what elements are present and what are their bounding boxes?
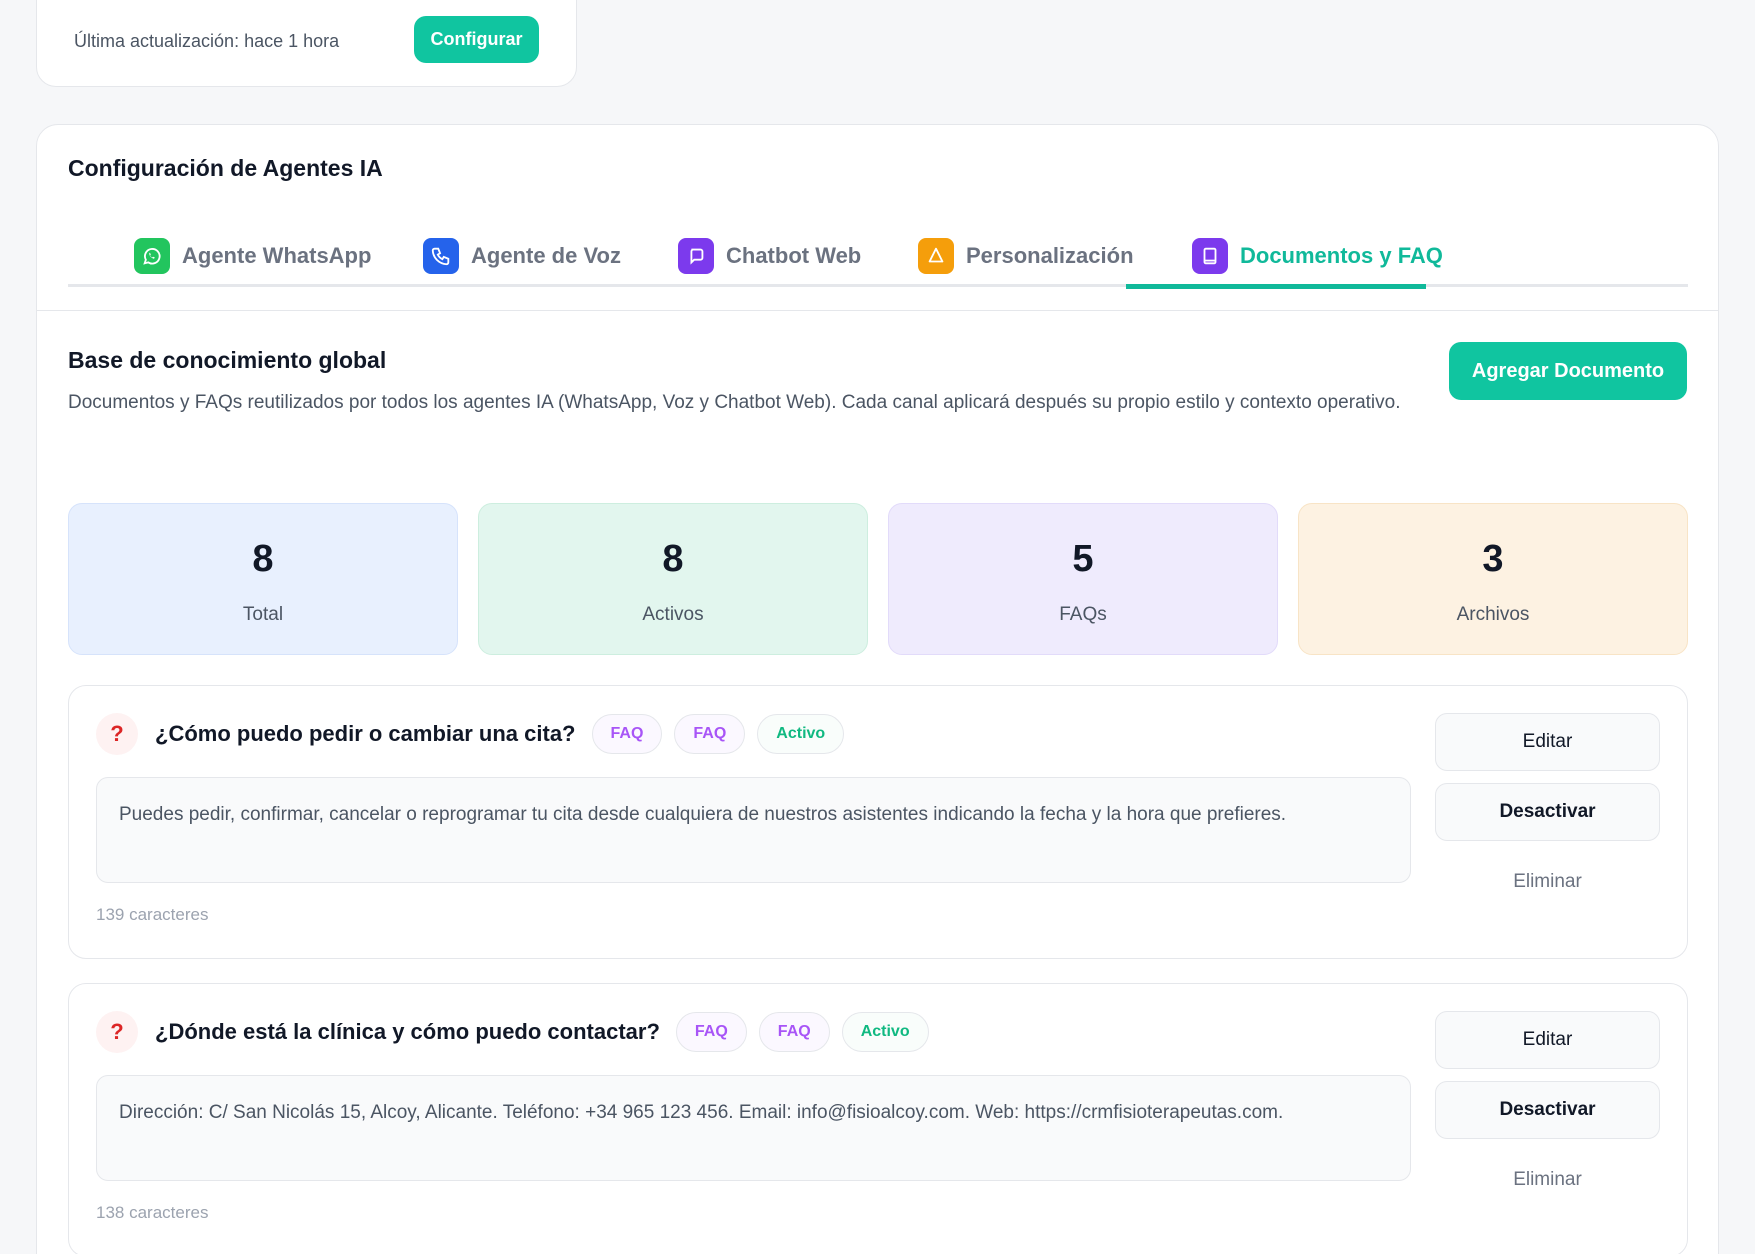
faq-card: ? ¿Dónde está la clínica y cómo puedo co… xyxy=(68,983,1688,1254)
phone-icon xyxy=(423,238,459,274)
stat-value: 8 xyxy=(662,538,684,580)
question-mark-icon: ? xyxy=(96,1011,138,1053)
tab-whatsapp-agent[interactable]: Agente WhatsApp xyxy=(134,225,371,287)
status-card: Última actualización: hace 1 hora Config… xyxy=(36,0,577,87)
tab-label: Agente de Voz xyxy=(471,243,621,268)
category-badge: FAQ xyxy=(758,1012,830,1052)
stat-files: 3 Archivos xyxy=(1298,503,1688,655)
tab-documents-faq[interactable]: Documentos y FAQ xyxy=(1192,225,1443,287)
active-tab-indicator xyxy=(1126,284,1426,289)
stat-value: 8 xyxy=(252,538,274,580)
stat-label: FAQs xyxy=(1059,604,1107,625)
tab-label: Documentos y FAQ xyxy=(1240,243,1443,268)
configure-button[interactable]: Configurar xyxy=(414,16,539,63)
category-badge: FAQ xyxy=(674,714,746,754)
stat-label: Archivos xyxy=(1456,604,1530,625)
deactivate-button[interactable]: Desactivar xyxy=(1435,1081,1660,1139)
tab-label: Personalización xyxy=(966,243,1134,268)
tab-label: Chatbot Web xyxy=(726,243,862,268)
edit-button[interactable]: Editar xyxy=(1435,713,1660,771)
delete-button[interactable]: Eliminar xyxy=(1435,853,1660,911)
stat-label: Total xyxy=(242,604,284,625)
type-badge: FAQ xyxy=(675,1012,747,1052)
add-document-button[interactable]: Agregar Documento xyxy=(1449,342,1687,400)
divider xyxy=(37,310,1718,311)
bell-icon xyxy=(918,238,954,274)
last-updated-text: Última actualización: hace 1 hora xyxy=(74,31,340,51)
tab-label: Agente WhatsApp xyxy=(182,243,372,268)
section-description: Documentos y FAQs reutilizados por todos… xyxy=(68,392,1401,413)
stat-total: 8 Total xyxy=(68,503,458,655)
tab-web-chatbot[interactable]: Chatbot Web xyxy=(678,225,861,287)
chat-icon xyxy=(678,238,714,274)
tab-bar: Agente WhatsApp Agente de Voz Chatbot We… xyxy=(68,225,1688,289)
stat-label: Activos xyxy=(642,604,704,625)
tab-personalization[interactable]: Personalización xyxy=(918,225,1134,287)
faq-header: ¿Cómo puedo pedir o cambiar una cita? FA… xyxy=(155,712,856,756)
faq-question: ¿Cómo puedo pedir o cambiar una cita? xyxy=(155,721,576,746)
question-mark-icon: ? xyxy=(96,713,138,755)
ai-agents-panel: Configuración de Agentes IA Agente Whats… xyxy=(36,124,1719,1254)
faq-header: ¿Dónde está la clínica y cómo puedo cont… xyxy=(155,1010,941,1054)
faq-answer: Dirección: C/ San Nicolás 15, Alcoy, Ali… xyxy=(96,1075,1411,1181)
delete-button[interactable]: Eliminar xyxy=(1435,1151,1660,1209)
deactivate-button[interactable]: Desactivar xyxy=(1435,783,1660,841)
faq-answer: Puedes pedir, confirmar, cancelar o repr… xyxy=(96,777,1411,883)
book-icon xyxy=(1192,238,1228,274)
edit-button[interactable]: Editar xyxy=(1435,1011,1660,1069)
tab-voice-agent[interactable]: Agente de Voz xyxy=(423,225,621,287)
stat-faqs: 5 FAQs xyxy=(888,503,1278,655)
section-title: Base de conocimiento global xyxy=(68,347,387,373)
type-badge: FAQ xyxy=(591,714,663,754)
panel-title: Configuración de Agentes IA xyxy=(68,155,383,181)
faq-card: ? ¿Cómo puedo pedir o cambiar una cita? … xyxy=(68,685,1688,959)
status-badge: Activo xyxy=(841,1012,929,1052)
whatsapp-icon xyxy=(134,238,170,274)
stat-active: 8 Activos xyxy=(478,503,868,655)
stat-value: 3 xyxy=(1482,538,1504,580)
character-count: 138 caracteres xyxy=(96,1203,209,1222)
status-badge: Activo xyxy=(757,714,845,754)
faq-question: ¿Dónde está la clínica y cómo puedo cont… xyxy=(155,1019,660,1044)
stat-value: 5 xyxy=(1072,538,1094,580)
character-count: 139 caracteres xyxy=(96,905,209,924)
